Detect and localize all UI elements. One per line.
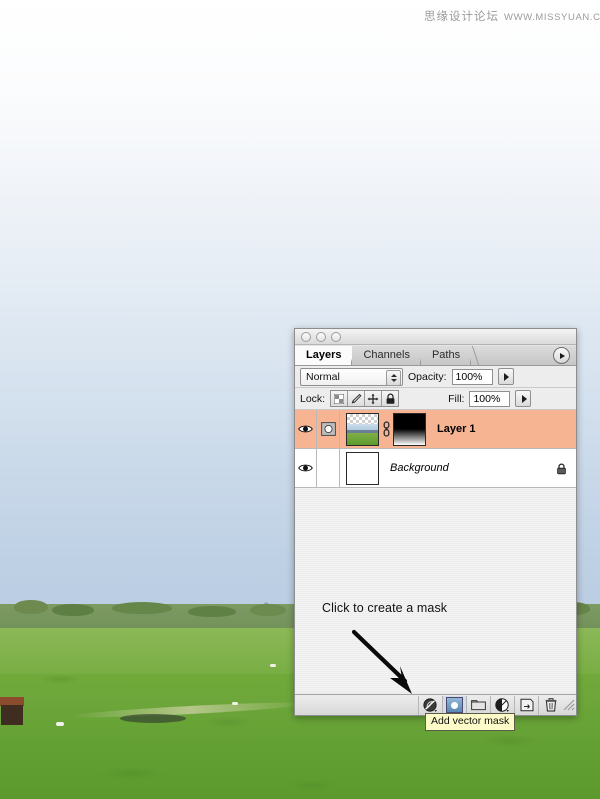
layer-mask-thumbnail[interactable]	[393, 412, 426, 446]
resize-grip-icon[interactable]	[562, 696, 576, 715]
zoom-button[interactable]	[331, 331, 341, 342]
lock-label: Lock:	[300, 392, 326, 405]
padlock-icon[interactable]	[382, 391, 399, 406]
folder-icon[interactable]	[466, 695, 490, 715]
layer-list-empty-area[interactable]	[295, 488, 576, 691]
brush-icon[interactable]	[348, 391, 366, 406]
layer-row-background[interactable]: Background	[295, 449, 576, 488]
opacity-slider-button[interactable]	[497, 368, 514, 385]
layer-thumbnail[interactable]	[346, 451, 379, 485]
tree-clump	[112, 602, 172, 614]
grazing-animal	[56, 722, 64, 726]
barn-building	[0, 697, 24, 725]
palette-bottom-toolbar[interactable]	[295, 694, 576, 715]
close-button[interactable]	[301, 331, 311, 342]
eye-icon[interactable]	[295, 449, 317, 487]
dark-patch	[120, 714, 186, 723]
layer-row-layer-1[interactable]: Layer 1	[295, 410, 576, 449]
tab-channels[interactable]: Channels	[352, 346, 421, 365]
layers-palette[interactable]: Layers Channels Paths Normal Opacity: 10…	[294, 328, 577, 716]
fill-input[interactable]: 100%	[469, 390, 511, 407]
tooltip: Add vector mask	[425, 713, 516, 731]
tab-layers[interactable]: Layers	[295, 346, 353, 365]
link-chain-icon[interactable]	[381, 414, 391, 445]
tree-clump	[188, 606, 236, 617]
eye-icon[interactable]	[295, 410, 317, 448]
tree-clump	[52, 604, 94, 616]
checkerboard-icon[interactable]	[331, 391, 349, 406]
fill-slider-button[interactable]	[515, 390, 532, 407]
grazing-animal	[232, 702, 238, 705]
tree-clump	[14, 600, 48, 614]
blend-mode-value: Normal	[306, 370, 340, 383]
opacity-input[interactable]: 100%	[451, 368, 493, 385]
layer-name[interactable]: Layer 1	[437, 423, 476, 435]
new-page-icon[interactable]	[514, 695, 538, 715]
layer-thumbnail[interactable]	[346, 412, 379, 446]
opacity-label: Opacity:	[408, 370, 447, 383]
lock-fill-row[interactable]: Lock: Fill: 100%	[295, 388, 576, 410]
blend-mode-select[interactable]: Normal	[300, 367, 403, 386]
lock-button-group[interactable]	[330, 390, 400, 407]
grazing-animal	[270, 664, 276, 667]
annotation-text: Click to create a mask	[322, 601, 448, 615]
annotation-arrow-icon	[351, 629, 412, 694]
layer-list[interactable]: Layer 1 Background	[295, 410, 576, 691]
blend-opacity-row[interactable]: Normal Opacity: 100%	[295, 366, 576, 388]
layer-locked-icon	[556, 463, 567, 478]
palette-tabstrip[interactable]: Layers Channels Paths	[295, 345, 576, 366]
panel-menu-icon[interactable]	[553, 347, 570, 364]
minimize-button[interactable]	[316, 331, 326, 342]
tab-paths[interactable]: Paths	[420, 346, 472, 365]
fill-label: Fill:	[448, 392, 465, 405]
watermark: 思缘设计论坛 WWW.MISSYUAN.COM	[424, 8, 600, 24]
watermark-url: WWW.MISSYUAN.COM	[504, 12, 600, 23]
mask-slot-empty[interactable]	[317, 449, 340, 487]
tree-clump	[250, 604, 286, 616]
layer-name[interactable]: Background	[390, 462, 449, 474]
watermark-chinese: 思缘设计论坛	[424, 11, 499, 23]
palette-titlebar[interactable]	[295, 329, 576, 345]
blend-mode-stepper-icon[interactable]	[386, 369, 401, 386]
move-arrows-icon[interactable]	[365, 391, 383, 406]
mask-link-indicator-icon[interactable]	[317, 410, 340, 448]
trash-icon[interactable]	[538, 695, 562, 715]
add-layer-mask-button[interactable]	[442, 695, 466, 715]
half-circle-icon[interactable]	[490, 695, 514, 715]
